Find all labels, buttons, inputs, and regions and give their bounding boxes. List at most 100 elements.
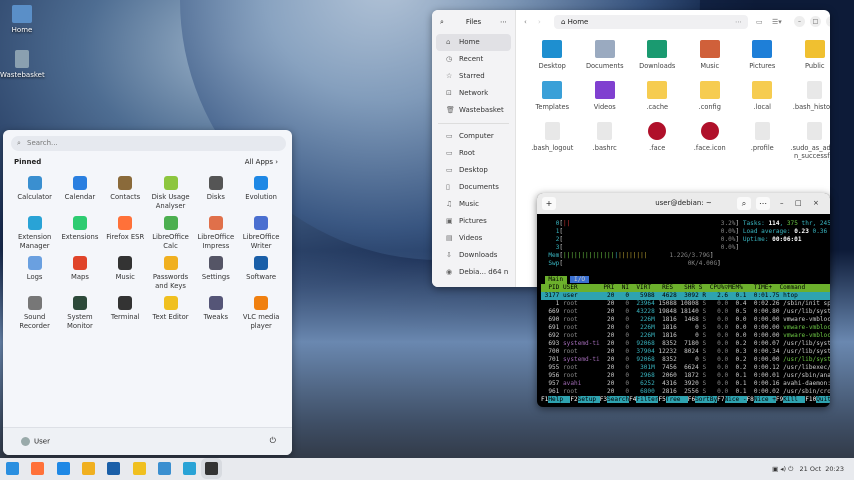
app-extensions[interactable]: Extensions: [57, 216, 102, 256]
app-maps[interactable]: Maps: [57, 256, 102, 296]
menu-icon[interactable]: ⋯: [500, 10, 507, 34]
app-vlc-media-player[interactable]: VLC media player: [238, 296, 283, 336]
search-icon: ⌕: [17, 139, 21, 147]
list-view-icon[interactable]: ☰▾: [772, 15, 782, 29]
app-libreoffice-calc[interactable]: LibreOffice Calc: [148, 216, 193, 256]
new-tab-button[interactable]: +: [542, 197, 556, 210]
volume-icon: ◂): [780, 465, 787, 473]
file-item[interactable]: Downloads: [631, 40, 684, 81]
file-item[interactable]: .face: [631, 122, 684, 163]
sidebar-item-starred[interactable]: ☆ Starred: [436, 68, 511, 85]
taskbar-firefox-icon[interactable]: [31, 462, 45, 475]
sidebar-item-desktop[interactable]: ▭ Desktop: [436, 162, 511, 179]
app-contacts[interactable]: Contacts: [103, 176, 148, 216]
file-item[interactable]: .bashrc: [579, 122, 632, 163]
sidebar-item-videos[interactable]: ▤ Videos: [436, 230, 511, 247]
system-tray[interactable]: ▣ ◂) ⏻ 21 Oct 20:23: [772, 458, 844, 480]
app-firefox-esr[interactable]: Firefox ESR: [103, 216, 148, 256]
file-item[interactable]: .face.icon: [684, 122, 737, 163]
search-icon[interactable]: ⌕: [440, 10, 444, 34]
search-icon[interactable]: ⌕: [737, 197, 751, 210]
sidebar-item-network[interactable]: ⊡ Network: [436, 85, 511, 102]
all-apps-button[interactable]: All Apps ›: [245, 158, 278, 166]
app-libreoffice-impress[interactable]: LibreOffice Impress: [193, 216, 238, 256]
app-label: Calculator: [17, 193, 52, 201]
new-folder-icon[interactable]: ▭: [756, 15, 763, 29]
file-item[interactable]: Music: [684, 40, 737, 81]
taskbar-text-editor-icon[interactable]: [132, 462, 146, 475]
sidebar-item-debia-d64-n[interactable]: ◉ Debia... d64 n: [436, 264, 511, 281]
app-sound-recorder[interactable]: Sound Recorder: [12, 296, 57, 336]
file-item[interactable]: Public: [789, 40, 831, 81]
sidebar-item-music[interactable]: ♫ Music: [436, 196, 511, 213]
minimize-button[interactable]: –: [780, 193, 784, 214]
minimize-button[interactable]: –: [794, 16, 805, 27]
app-libreoffice-writer[interactable]: LibreOffice Writer: [238, 216, 283, 256]
file-item[interactable]: Pictures: [736, 40, 789, 81]
app-system-monitor[interactable]: System Monitor: [57, 296, 102, 336]
file-item[interactable]: .config: [684, 81, 737, 122]
app-settings[interactable]: Settings: [193, 256, 238, 296]
taskbar-extension-manager-icon[interactable]: [183, 462, 197, 475]
app-disks[interactable]: Disks: [193, 176, 238, 216]
file-item[interactable]: Desktop: [526, 40, 579, 81]
file-label: .profile: [750, 144, 774, 152]
desktop-icon-home[interactable]: Home: [0, 5, 44, 34]
forward-icon[interactable]: ›: [538, 15, 541, 29]
sidebar-item-home[interactable]: ⌂ Home: [436, 34, 511, 51]
app-music[interactable]: Music: [103, 256, 148, 296]
file-item[interactable]: .bash_history: [789, 81, 830, 122]
app-calendar[interactable]: Calendar: [57, 176, 102, 216]
app-logs[interactable]: Logs: [12, 256, 57, 296]
file-item[interactable]: Videos: [579, 81, 632, 122]
sidebar-item-pictures[interactable]: ▣ Pictures: [436, 213, 511, 230]
folder-icon: [752, 40, 773, 58]
close-button[interactable]: ×: [813, 193, 819, 214]
taskbar-software-icon[interactable]: [107, 462, 121, 475]
power-icon[interactable]: ⏻: [270, 436, 276, 446]
sidebar-item-wastebasket[interactable]: 🗑 Wastebasket: [436, 102, 511, 119]
file-item[interactable]: .local: [736, 81, 789, 122]
file-item[interactable]: .profile: [736, 122, 789, 163]
maximize-button[interactable]: □: [795, 193, 802, 214]
taskbar-evolution-icon[interactable]: [56, 462, 70, 475]
path-menu-icon[interactable]: ⋯: [735, 15, 742, 29]
app-text-editor[interactable]: Text Editor: [148, 296, 193, 336]
app-calculator[interactable]: Calculator: [12, 176, 57, 216]
network-icon: ▣: [772, 465, 779, 473]
file-item[interactable]: Documents: [579, 40, 632, 81]
app-icon: [27, 216, 42, 230]
taskbar-start-icon[interactable]: [6, 462, 19, 475]
file-item[interactable]: .sudo_as_admin_successful: [789, 122, 830, 163]
file-item[interactable]: .bash_logout: [526, 122, 579, 163]
taskbar-calculator-icon[interactable]: [157, 462, 171, 475]
app-disk-usage-analyser[interactable]: Disk Usage Analyser: [148, 176, 193, 216]
sidebar-item-downloads[interactable]: ⇩ Downloads: [436, 247, 511, 264]
app-evolution[interactable]: Evolution: [238, 176, 283, 216]
desktop-icon-wastebasket[interactable]: Wastebasket: [0, 50, 45, 79]
taskbar-files-icon[interactable]: [81, 462, 95, 475]
sidebar-item-documents[interactable]: ▯ Documents: [436, 179, 511, 196]
start-search-input[interactable]: ⌕ Search...: [11, 136, 286, 151]
app-icon: [208, 176, 223, 190]
user-button[interactable]: User: [21, 437, 50, 446]
sidebar-item-computer[interactable]: ▭ Computer: [436, 128, 511, 145]
app-terminal[interactable]: Terminal: [103, 296, 148, 336]
app-software[interactable]: Software: [238, 256, 283, 296]
taskbar-terminal-icon[interactable]: [205, 462, 218, 475]
sidebar-label: Wastebasket: [459, 106, 504, 114]
app-tweaks[interactable]: Tweaks: [193, 296, 238, 336]
menu-button[interactable]: ⋯: [756, 197, 770, 210]
app-icon: [163, 296, 178, 310]
close-button[interactable]: ×: [826, 16, 830, 27]
maximize-button[interactable]: □: [810, 16, 821, 27]
file-item[interactable]: Templates: [526, 81, 579, 122]
app-passwords-and-keys[interactable]: Passwords and Keys: [148, 256, 193, 296]
location-bar[interactable]: ⌂ Home ⋯: [554, 15, 748, 29]
sidebar-item-recent[interactable]: ◷ Recent: [436, 51, 511, 68]
file-item[interactable]: .cache: [631, 81, 684, 122]
app-extension-manager[interactable]: Extension Manager: [12, 216, 57, 256]
htop-output[interactable]: 0[|| 3.2%] Tasks: 114, 375 thr, 245 kthr…: [537, 214, 830, 404]
back-icon[interactable]: ‹: [524, 15, 527, 29]
sidebar-item-root[interactable]: ▭ Root: [436, 145, 511, 162]
